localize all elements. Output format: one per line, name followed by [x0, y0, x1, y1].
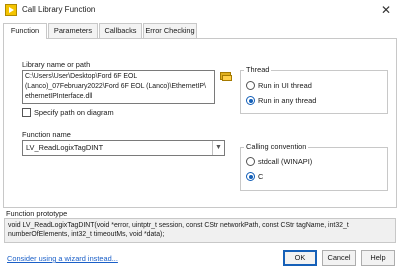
library-path-input[interactable]: C:\Users\User\Desktop\Ford 6F EOL (Lanco… — [22, 70, 215, 104]
library-path-line: ethernetIPInterface.dll — [25, 93, 93, 100]
function-prototype-label: Function prototype — [6, 209, 68, 218]
run-in-any-thread-radio[interactable] — [246, 96, 255, 105]
ok-button[interactable]: OK — [283, 250, 317, 266]
stdcall-label: stdcall (WINAPI) — [258, 157, 313, 166]
c-convention-label: C — [258, 172, 264, 181]
run-in-any-thread-label: Run in any thread — [258, 96, 317, 105]
function-name-dropdown[interactable]: LV_ReadLogixTagDINT ▼ — [22, 140, 225, 156]
tab-function[interactable]: Function — [3, 23, 47, 39]
function-prototype-display: void LV_ReadLogixTagDINT(void *error, ui… — [4, 218, 396, 243]
window-title: Call Library Function — [22, 5, 96, 14]
chevron-down-icon[interactable]: ▼ — [212, 141, 224, 155]
tab-parameters[interactable]: Parameters — [48, 23, 98, 38]
calling-convention-title: Calling convention — [244, 142, 309, 151]
stdcall-radio[interactable] — [246, 157, 255, 166]
library-path-line: (Lanco)_07February2022\Ford 6F EOL (Lanc… — [25, 83, 206, 90]
specify-path-label: Specify path on diagram — [34, 108, 114, 117]
labview-app-icon — [5, 4, 17, 16]
close-icon[interactable]: ✕ — [372, 0, 400, 21]
function-name-label: Function name — [22, 130, 71, 139]
calling-convention-group — [240, 147, 388, 191]
run-in-ui-thread-radio[interactable] — [246, 81, 255, 90]
title-bar: Call Library Function ✕ — [0, 0, 400, 21]
library-path-line: C:\Users\User\Desktop\Ford 6F EOL — [25, 73, 138, 80]
c-convention-radio[interactable] — [246, 172, 255, 181]
tab-error-checking[interactable]: Error Checking — [143, 23, 197, 38]
thread-group — [240, 70, 388, 114]
wizard-link[interactable]: Consider using a wizard instead... — [7, 254, 118, 263]
tab-callbacks[interactable]: Callbacks — [99, 23, 142, 38]
prototype-line: numberOfElements, int32_t timeoutMs, voi… — [8, 231, 165, 238]
specify-path-checkbox[interactable] — [22, 108, 31, 117]
thread-group-title: Thread — [244, 65, 272, 74]
browse-folder-icon[interactable] — [219, 70, 233, 82]
function-tab-panel: Library name or path C:\Users\User\Deskt… — [3, 38, 397, 208]
run-in-ui-thread-label: Run in UI thread — [258, 81, 312, 90]
help-button[interactable]: Help — [361, 250, 395, 266]
cancel-button[interactable]: Cancel — [322, 250, 356, 266]
prototype-line: void LV_ReadLogixTagDINT(void *error, ui… — [8, 222, 349, 229]
function-name-value: LV_ReadLogixTagDINT — [26, 143, 104, 152]
library-path-label: Library name or path — [22, 60, 91, 69]
